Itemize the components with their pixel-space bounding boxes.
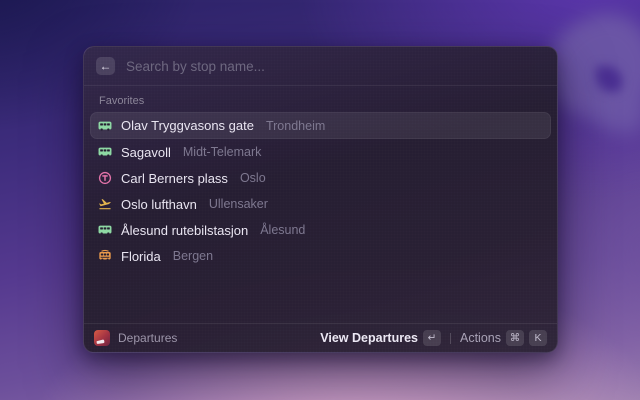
stop-region: Trondheim [266, 119, 325, 133]
stop-name: Oslo lufthavn [121, 197, 197, 212]
tram-icon [98, 249, 112, 263]
back-button[interactable]: ← [96, 57, 115, 75]
k-key-badge: K [529, 330, 547, 346]
stop-name: Ålesund rutebilstasjon [121, 223, 248, 238]
stop-region: Midt-Telemark [183, 145, 262, 159]
actions-label: Actions [460, 331, 501, 345]
stop-name: Sagavoll [121, 145, 171, 160]
departures-app-icon [94, 330, 110, 346]
bus-icon [98, 145, 112, 159]
search-input[interactable] [126, 59, 545, 74]
stop-region: Ålesund [260, 223, 305, 237]
favorite-item-6[interactable]: Florida Bergen [90, 243, 551, 269]
footer-actions: View Departures ↵ Actions ⌘ K [320, 330, 547, 346]
footer: Departures View Departures ↵ Actions ⌘ K [84, 323, 557, 352]
background-blob [594, 88, 640, 134]
footer-separator [450, 333, 451, 344]
stop-region: Ullensaker [209, 197, 268, 211]
cmd-key-badge: ⌘ [506, 330, 524, 346]
metro-icon [98, 171, 112, 185]
view-departures-button[interactable]: View Departures ↵ [320, 330, 441, 346]
footer-app: Departures [94, 330, 320, 346]
favorite-item-1[interactable]: Olav Tryggvasons gate Trondheim [90, 112, 551, 139]
stop-name: Olav Tryggvasons gate [121, 118, 254, 133]
stop-name: Carl Berners plass [121, 171, 228, 186]
view-departures-label: View Departures [320, 331, 418, 345]
favorite-item-3[interactable]: Carl Berners plass Oslo [90, 165, 551, 191]
plane-icon [98, 197, 112, 211]
actions-button[interactable]: Actions ⌘ K [460, 330, 547, 346]
favorite-item-2[interactable]: Sagavoll Midt-Telemark [90, 139, 551, 165]
enter-key-badge: ↵ [423, 330, 441, 346]
bus-icon [98, 119, 112, 133]
stop-name: Florida [121, 249, 161, 264]
stop-region: Bergen [173, 249, 213, 263]
empty-results-area [84, 269, 557, 323]
arrow-left-icon: ← [100, 60, 112, 72]
section-label-favorites: Favorites [84, 86, 557, 112]
bus-icon [98, 223, 112, 237]
search-bar: ← [84, 47, 557, 85]
favorites-list: Olav Tryggvasons gate Trondheim Sagavoll Mi… [84, 112, 557, 269]
launcher-window: ← Favorites Olav Tryggvasons gate Trondhe… [83, 46, 558, 353]
favorite-item-4[interactable]: Oslo lufthavn Ullensaker [90, 191, 551, 217]
stop-region: Oslo [240, 171, 266, 185]
favorite-item-5[interactable]: Ålesund rutebilstasjon Ålesund [90, 217, 551, 243]
footer-app-name: Departures [118, 331, 177, 345]
